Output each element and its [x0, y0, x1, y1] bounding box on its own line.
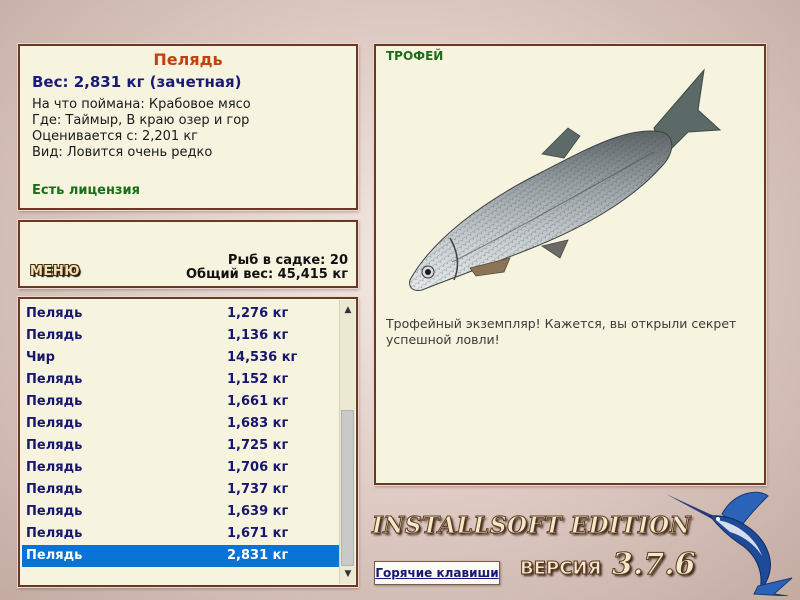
catch-list-row[interactable]: Пелядь 1,671 кг	[22, 523, 340, 545]
catch-fish-weight: 1,683 кг	[227, 416, 289, 431]
list-scrollbar[interactable]: ▲ ▼	[339, 300, 355, 584]
fish-illustration	[409, 68, 722, 291]
fish-info-panel: Пелядь Вес: 2,831 кг (зачетная) На что п…	[18, 44, 358, 210]
total-weight: Общий вес: 45,415 кг	[185, 267, 348, 282]
catch-list-row[interactable]: Пелядь 1,683 кг	[22, 413, 340, 435]
catch-fish-name: Пелядь	[26, 482, 83, 497]
catch-list-row[interactable]: Чир 14,536 кг	[22, 347, 340, 369]
triangle-up-icon[interactable]: ▲	[340, 302, 356, 318]
catch-fish-weight: 1,152 кг	[227, 372, 289, 387]
catch-list-row[interactable]: Пелядь 1,706 кг	[22, 457, 340, 479]
catch-fish-name: Пелядь	[26, 438, 83, 453]
catch-list-row[interactable]: Пелядь 1,661 кг	[22, 391, 340, 413]
catch-fish-weight: 1,737 кг	[227, 482, 289, 497]
catch-fish-weight: 1,276 кг	[227, 306, 289, 321]
catch-fish-weight: 1,136 кг	[227, 328, 289, 343]
catch-fish-name: Пелядь	[26, 328, 83, 343]
catch-fish-name: Пелядь	[26, 548, 83, 563]
hotkeys-button[interactable]: Горячие клавиши	[374, 561, 500, 585]
catch-fish-weight: 1,706 кг	[227, 460, 289, 475]
marlin-logo	[666, 491, 793, 596]
catch-fish-weight: 1,671 кг	[227, 526, 289, 541]
catch-fish-name: Пелядь	[26, 394, 83, 409]
catch-fish-name: Пелядь	[26, 372, 83, 387]
trophy-description: Трофейный экземпляр! Кажется, вы открыли…	[386, 316, 737, 347]
catch-fish-name: Пелядь	[26, 526, 83, 541]
version-label: ВЕРСИЯ	[519, 558, 602, 580]
catch-list-row[interactable]: Пелядь 1,725 кг	[22, 435, 340, 457]
scrollbar-thumb[interactable]	[341, 410, 354, 566]
edition-title: INSTALLSOFT EDITION	[371, 512, 692, 540]
catch-fish-weight: 2,831 кг	[227, 548, 289, 563]
location-info: Где: Таймыр, В краю озер и гор	[32, 113, 250, 128]
catch-fish-name: Пелядь	[26, 416, 83, 431]
catch-list-row[interactable]: Пелядь 1,136 кг	[22, 325, 340, 347]
fish-weight: Вес: 2,831 кг (зачетная)	[32, 73, 242, 91]
license-status: Есть лицензия	[32, 183, 140, 198]
catch-fish-name: Пелядь	[26, 504, 83, 519]
triangle-down-icon[interactable]: ▼	[340, 566, 356, 582]
fish-count: Рыб в садке: 20	[227, 253, 348, 268]
bait-info: На что поймана: Крабовое мясо	[32, 97, 251, 112]
catch-list-row[interactable]: Пелядь 1,152 кг	[22, 369, 340, 391]
keepnet-stats-panel: МЕНЮ Рыб в садке: 20 Общий вес: 45,415 к…	[18, 220, 358, 288]
catch-list: Пелядь 1,276 кг Пелядь 1,136 кг Чир 14,536 кг…	[18, 297, 358, 587]
valued-from-info: Оценивается с: 2,201 кг	[32, 129, 199, 144]
catch-list-row[interactable]: Пелядь 2,831 кг	[22, 545, 340, 567]
catch-fish-weight: 1,661 кг	[227, 394, 289, 409]
catch-list-row[interactable]: Пелядь 1,276 кг	[22, 303, 340, 325]
trophy-panel: ТРОФЕЙ Трофейный экземпляр! Кажется, вы …	[374, 44, 766, 485]
rarity-info: Вид: Ловится очень редко	[32, 145, 213, 160]
catch-list-row[interactable]: Пелядь 1,737 кг	[22, 479, 340, 501]
catch-fish-name: Чир	[26, 350, 55, 365]
catch-fish-weight: 1,725 кг	[227, 438, 289, 453]
catch-fish-weight: 1,639 кг	[227, 504, 289, 519]
fish-name-title: Пелядь	[153, 50, 223, 69]
menu-button[interactable]: МЕНЮ	[30, 264, 80, 279]
catch-fish-name: Пелядь	[26, 460, 83, 475]
catch-list-rows: Пелядь 1,276 кг Пелядь 1,136 кг Чир 14,536 кг…	[22, 303, 340, 567]
catch-list-row[interactable]: Пелядь 1,639 кг	[22, 501, 340, 523]
catch-fish-weight: 14,536 кг	[227, 350, 298, 365]
trophy-label: ТРОФЕЙ	[386, 49, 444, 63]
catch-fish-name: Пелядь	[26, 306, 83, 321]
